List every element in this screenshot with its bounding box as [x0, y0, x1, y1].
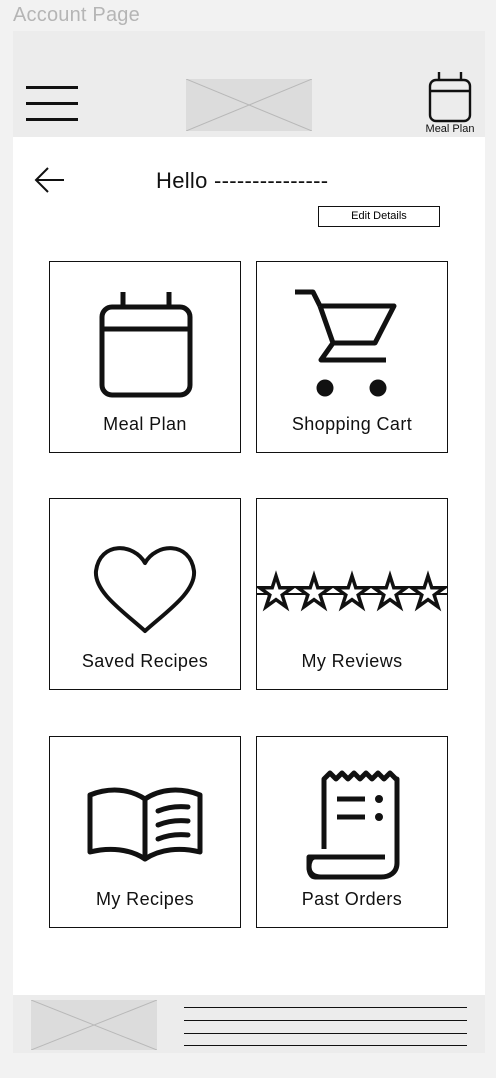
back-arrow-icon[interactable]: [33, 164, 65, 196]
tile-label: My Reviews: [301, 651, 403, 671]
tile-label: Saved Recipes: [81, 651, 209, 671]
tile-saved-recipes[interactable]: Saved Recipes: [49, 498, 241, 690]
footer-text-line: [184, 1020, 467, 1021]
calendar-icon: [428, 72, 472, 123]
heart-icon: [93, 546, 197, 633]
footer-image-placeholder: [31, 1000, 157, 1050]
tile-my-reviews[interactable]: My Reviews: [256, 498, 448, 690]
tile-label: Shopping Cart: [291, 414, 413, 434]
meal-plan-header-button[interactable]: Meal Plan: [417, 71, 483, 137]
tile-label: My Recipes: [95, 889, 195, 909]
tile-my-recipes[interactable]: My Recipes: [49, 736, 241, 928]
edit-details-button[interactable]: Edit Details: [318, 206, 440, 227]
tile-shopping-cart[interactable]: Shopping Cart: [256, 261, 448, 453]
receipt-icon: [306, 770, 400, 880]
footer-text-line: [184, 1045, 467, 1046]
calendar-icon: [99, 292, 193, 398]
page-label: Account Page: [13, 4, 140, 26]
menu-line: [26, 102, 78, 105]
logo-image-placeholder: [186, 79, 312, 131]
hamburger-menu-button[interactable]: [26, 86, 78, 122]
menu-line: [26, 86, 78, 89]
menu-line: [26, 118, 78, 121]
meal-plan-header-label: Meal Plan: [425, 123, 475, 135]
app-header: Meal Plan: [13, 31, 485, 137]
app-footer: [13, 995, 485, 1053]
tile-label: Meal Plan: [103, 414, 187, 434]
five-stars-icon: [257, 570, 447, 612]
footer-text-line: [184, 1033, 467, 1034]
shopping-cart-icon: [295, 289, 397, 397]
tile-past-orders[interactable]: Past Orders: [256, 736, 448, 928]
tile-meal-plan[interactable]: Meal Plan: [49, 261, 241, 453]
phone-screen: Meal Plan Hello --------------- Edit Det…: [13, 31, 485, 1053]
tile-label: Past Orders: [301, 889, 403, 909]
greeting-text: Hello ---------------: [156, 168, 329, 193]
open-book-icon: [87, 787, 203, 862]
footer-text-line: [184, 1007, 467, 1008]
